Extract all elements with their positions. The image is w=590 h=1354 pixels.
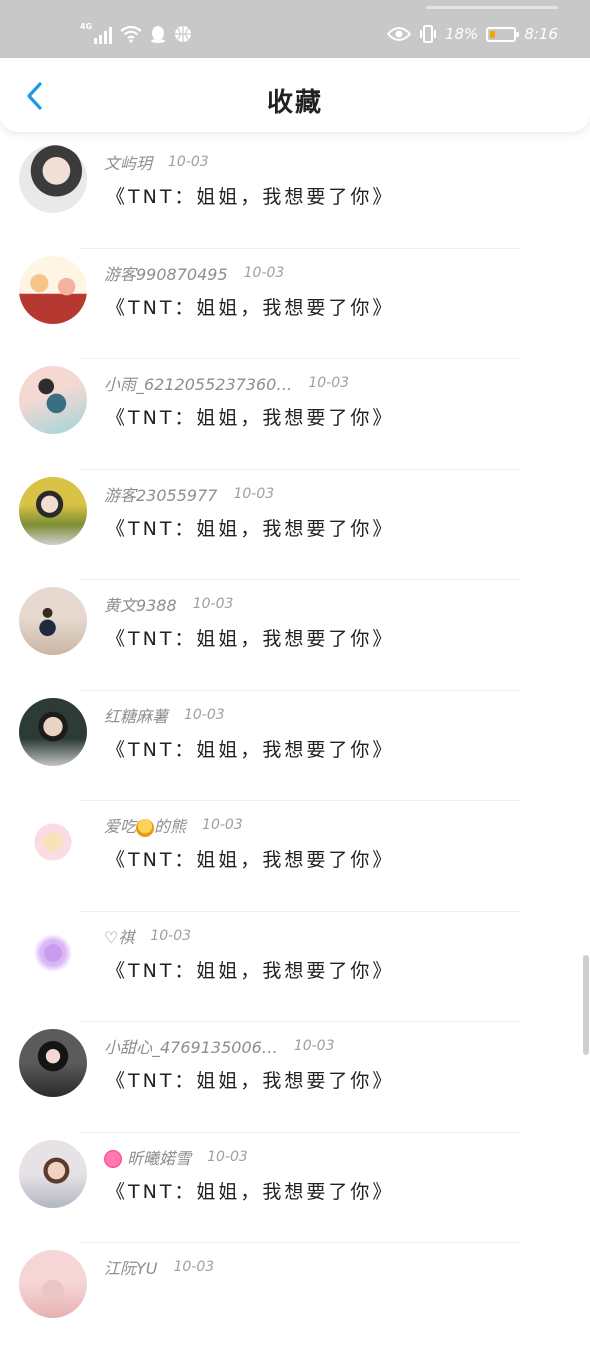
avatar[interactable] [19, 808, 87, 876]
wifi-icon [120, 25, 142, 43]
item-title[interactable]: 《TNT：姐姐，我想要了你》 [106, 182, 394, 209]
list-item[interactable]: 游客990870495 10-03 《TNT：姐姐，我想要了你》 [0, 249, 590, 359]
item-meta: 游客990870495 10-03 [104, 261, 284, 285]
item-title[interactable]: 《TNT：姐姐，我想要了你》 [106, 845, 394, 872]
network-type: 4G [80, 22, 93, 31]
item-date: 10-03 [168, 154, 209, 170]
signal-icon: 4G [80, 22, 112, 44]
notification-handle[interactable] [426, 6, 558, 9]
item-title[interactable]: 《TNT：姐姐，我想要了你》 [106, 735, 394, 762]
item-date: 10-03 [233, 485, 275, 502]
item-meta: 黄文9388 10-03 [104, 592, 233, 616]
item-meta: 爱吃 的熊 10-03 [104, 813, 243, 837]
user-name-part: 的熊 [154, 817, 187, 836]
item-meta: 小雨_6212055237360… 10-03 [104, 371, 349, 395]
user-name[interactable]: 游客23055977 [104, 482, 217, 506]
item-meta: 小甜心_4769135006… 10-03 [104, 1034, 335, 1058]
item-meta: 文屿玥 10-03 [104, 150, 209, 174]
list-item[interactable]: 游客23055977 10-03 《TNT：姐姐，我想要了你》 [0, 470, 590, 580]
avatar[interactable] [19, 918, 87, 987]
item-title[interactable]: 《TNT：姐姐，我想要了你》 [106, 956, 394, 983]
list-item[interactable]: 江阮YU 10-03 [0, 1243, 590, 1354]
basketball-icon [174, 25, 192, 43]
battery-icon [486, 26, 520, 42]
header: 收藏 [0, 58, 590, 132]
vibrate-icon [419, 24, 437, 44]
item-date: 10-03 [207, 1148, 248, 1165]
avatar[interactable] [19, 587, 87, 655]
list-item[interactable]: 爱吃 的熊 10-03 《TNT：姐姐，我想要了你》 [0, 801, 590, 912]
list-item[interactable]: 文屿玥 10-03 《TNT：姐姐，我想要了你》 [0, 138, 590, 249]
user-name[interactable]: 小甜心_4769135006… [104, 1034, 278, 1058]
item-title[interactable]: 《TNT：姐姐，我想要了你》 [106, 1066, 394, 1093]
eye-comfort-icon [386, 26, 411, 42]
honey-pot-icon [136, 818, 155, 837]
item-title[interactable]: 《TNT：姐姐，我想要了你》 [106, 624, 394, 651]
avatar[interactable] [19, 1029, 87, 1097]
avatar[interactable] [19, 145, 87, 213]
item-title[interactable]: 《TNT：姐姐，我想要了你》 [106, 514, 394, 541]
status-left: 4G [80, 20, 192, 48]
list-item[interactable]: ♡祺 10-03 《TNT：姐姐，我想要了你》 [0, 912, 590, 1022]
clock: 8:16 [524, 25, 558, 43]
user-name[interactable]: 红糖麻薯 [104, 703, 168, 727]
status-right: 18% 8:16 [386, 20, 558, 48]
item-meta: ♡祺 10-03 [104, 924, 191, 948]
item-date: 10-03 [293, 1038, 335, 1054]
item-date: 10-03 [150, 927, 192, 944]
item-title[interactable]: 《TNT：姐姐，我想要了你》 [106, 1177, 394, 1204]
item-meta: 昕曦婼雪 10-03 [104, 1145, 248, 1169]
item-meta: 游客23055977 10-03 [104, 482, 274, 506]
avatar[interactable] [19, 255, 87, 324]
favorites-list: 文屿玥 10-03 《TNT：姐姐，我想要了你》 游客990870495 10-… [0, 138, 590, 1354]
scrollbar[interactable] [583, 955, 589, 1055]
item-date: 10-03 [173, 1259, 215, 1275]
list-item[interactable]: 黄文9388 10-03 《TNT：姐姐，我想要了你》 [0, 580, 590, 691]
battery-percent: 18% [444, 25, 479, 43]
status-bar: 4G 18% 8:16 [0, 0, 590, 58]
list-item[interactable]: 昕曦婼雪 10-03 《TNT：姐姐，我想要了你》 [0, 1133, 590, 1243]
item-date: 10-03 [202, 817, 243, 833]
user-name[interactable]: 小雨_6212055237360… [104, 371, 292, 395]
user-name-text: 昕曦婼雪 [127, 1148, 192, 1168]
user-name[interactable]: 文屿玥 [104, 150, 152, 174]
user-name[interactable]: 黄文9388 [104, 592, 177, 616]
user-name[interactable]: 昕曦婼雪 [104, 1145, 191, 1169]
item-title[interactable]: 《TNT：姐姐，我想要了你》 [106, 403, 394, 430]
user-name[interactable]: 爱吃 的熊 [104, 813, 186, 837]
item-date: 10-03 [243, 264, 285, 281]
list-item[interactable]: 红糖麻薯 10-03 《TNT：姐姐，我想要了你》 [0, 691, 590, 801]
item-date: 10-03 [184, 706, 225, 723]
user-name[interactable]: 江阮YU [104, 1255, 158, 1279]
qq-icon [150, 25, 166, 43]
item-meta: 江阮YU 10-03 [104, 1255, 214, 1279]
item-title[interactable]: 《TNT：姐姐，我想要了你》 [106, 293, 394, 320]
list-item[interactable]: 小甜心_4769135006… 10-03 《TNT：姐姐，我想要了你》 [0, 1022, 590, 1133]
user-name[interactable]: ♡祺 [104, 924, 134, 948]
sparkling-heart-icon [104, 1150, 122, 1168]
avatar[interactable] [19, 366, 87, 434]
item-meta: 红糖麻薯 10-03 [104, 703, 225, 727]
avatar[interactable] [19, 476, 87, 545]
avatar[interactable] [19, 1250, 87, 1318]
avatar[interactable] [19, 1139, 87, 1208]
avatar[interactable] [19, 697, 87, 766]
item-date: 10-03 [308, 375, 350, 391]
user-name[interactable]: 游客990870495 [104, 261, 228, 285]
page-title: 收藏 [266, 88, 323, 118]
list-item[interactable]: 小雨_6212055237360… 10-03 《TNT：姐姐，我想要了你》 [0, 359, 590, 470]
item-date: 10-03 [192, 596, 234, 612]
user-name-part: 爱吃 [104, 817, 137, 836]
